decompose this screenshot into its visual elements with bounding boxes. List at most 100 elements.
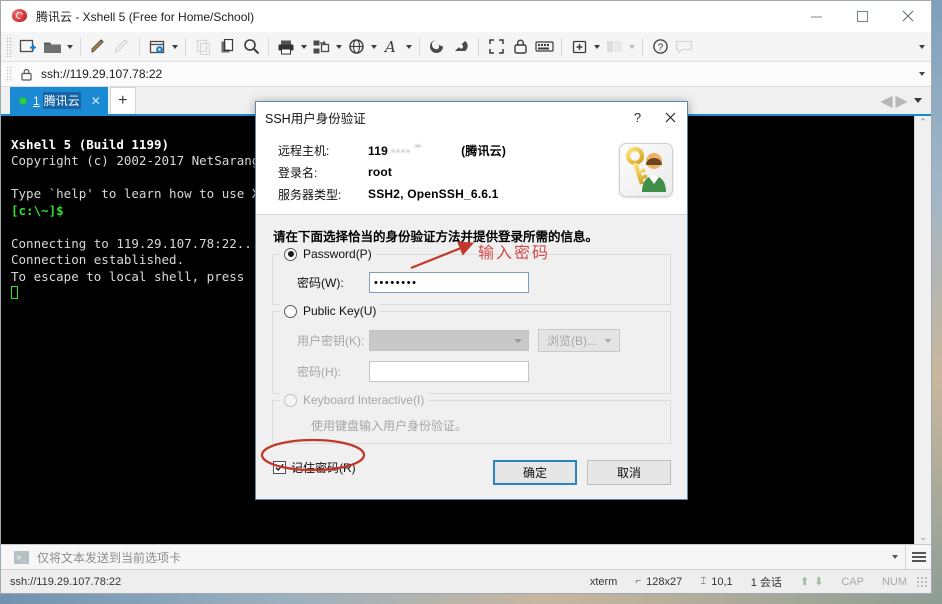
dialog-help-button[interactable]: ? xyxy=(621,103,654,131)
send-target-dropdown[interactable] xyxy=(885,555,905,559)
session-tab-1[interactable]: 1 腾讯云 ✕ xyxy=(10,87,108,114)
maximize-button[interactable] xyxy=(839,1,885,31)
session-properties-dropdown[interactable] xyxy=(169,35,180,59)
toolbar-cut[interactable] xyxy=(191,34,215,60)
tab-status-dot xyxy=(19,96,27,105)
toolbar-comment[interactable] xyxy=(672,34,696,60)
font-dropdown[interactable] xyxy=(403,35,414,59)
shell-b-icon xyxy=(449,35,473,59)
toolbar-xftp[interactable] xyxy=(425,34,449,60)
toolbar-fullscreen[interactable] xyxy=(484,34,508,60)
send-text-input[interactable]: 仅将文本发送到当前选项卡 xyxy=(37,549,885,566)
toolbar-lock-session[interactable] xyxy=(508,34,532,60)
browse-key-button[interactable]: 浏览(B)... xyxy=(538,329,620,352)
toolbar-find[interactable] xyxy=(239,34,263,60)
toolbar-edit-session[interactable] xyxy=(86,34,110,60)
toolbar-separator xyxy=(80,37,81,56)
print-dropdown[interactable] xyxy=(298,35,309,59)
toolbar-session-properties[interactable] xyxy=(145,34,180,60)
remember-password-checkbox[interactable] xyxy=(273,461,286,474)
toolbar-separator xyxy=(419,37,420,56)
address-dropdown-button[interactable] xyxy=(913,62,931,86)
remember-password-label: 记住密码(R) xyxy=(291,461,356,475)
password-field-label: 密码(W): xyxy=(297,276,344,290)
chevron-down-icon xyxy=(514,338,522,343)
dialog-close-button[interactable] xyxy=(654,103,687,131)
status-terminal-type: xterm xyxy=(589,575,618,588)
toolbar-paste[interactable] xyxy=(215,34,239,60)
tab-next-icon[interactable]: ▶ xyxy=(894,90,909,112)
status-size: ⌐ 128x27 xyxy=(626,573,691,591)
tab-navigation: ◀ ▶ xyxy=(879,87,931,114)
expand-icon xyxy=(484,35,508,59)
pencil-icon xyxy=(86,35,110,59)
shell-a-icon xyxy=(425,35,449,59)
info-label-username: 登录名: xyxy=(278,165,318,180)
toolbar-new-session[interactable] xyxy=(16,34,40,60)
keyboard-radio[interactable] xyxy=(284,393,297,407)
toolbar-separator xyxy=(642,37,643,56)
add-box-icon xyxy=(567,35,591,59)
transfer-dropdown[interactable] xyxy=(333,35,344,59)
toolbar-transfer-file[interactable] xyxy=(309,34,344,60)
tab-number: 1 xyxy=(33,93,40,108)
toolbar-layout[interactable] xyxy=(602,34,637,60)
toolbar-add-panel[interactable] xyxy=(567,34,602,60)
toolbar-font[interactable]: A xyxy=(379,34,414,60)
toolbar-open-session[interactable] xyxy=(40,34,75,60)
tab-list-dropdown[interactable] xyxy=(909,98,927,103)
address-bar[interactable]: ssh://119.29.107.78:22 xyxy=(1,62,931,87)
xshell-app-icon xyxy=(11,8,29,24)
minimize-button[interactable] xyxy=(793,1,839,31)
dialog-title-bar: SSH用户身份验证 ? xyxy=(256,102,687,132)
connection-info-panel: 远程主机: 119 ···· ‾ (腾讯云) 登录名: root 服务器类型: … xyxy=(256,132,687,215)
tab-prev-icon[interactable]: ◀ xyxy=(879,90,894,112)
title-bar: 腾讯云 - Xshell 5 (Free for Home/School) xyxy=(1,1,931,32)
scroll-down-icon[interactable]: ⌄ xyxy=(919,533,927,542)
search-icon xyxy=(239,35,263,59)
password-input[interactable]: •••••••• xyxy=(369,272,529,293)
status-caps: CAP xyxy=(841,575,864,588)
passphrase-input[interactable] xyxy=(369,361,529,382)
toolbar-drag-handle[interactable] xyxy=(6,36,13,57)
layout-dropdown[interactable] xyxy=(626,35,637,59)
cancel-button[interactable]: 取消 xyxy=(587,460,671,485)
terminal-scrollbar[interactable]: ⌃ ⌄ xyxy=(914,116,931,544)
dialog-instruction: 请在下面选择恰当的身份验证方法并提供登录所需的信息。 xyxy=(273,230,599,244)
address-bar-drag-handle[interactable] xyxy=(6,66,13,82)
toolbar-keyboard[interactable] xyxy=(532,34,556,60)
info-value-host: 119 ···· ‾ (腾讯云) xyxy=(368,142,506,159)
browse-key-label: 浏览(B)... xyxy=(547,334,597,348)
password-radio-row[interactable]: Password(P) xyxy=(280,247,376,261)
arrow-up-icon: ⬆ xyxy=(799,576,810,588)
toolbar-separator xyxy=(139,37,140,56)
add-panel-dropdown[interactable] xyxy=(591,35,602,59)
info-row-servertype: 服务器类型: SSH2, OpenSSH_6.6.1 xyxy=(278,183,619,205)
toolbar-print[interactable] xyxy=(274,34,309,60)
toolbar-globe[interactable] xyxy=(344,34,379,60)
toolbar-help[interactable]: ? xyxy=(648,34,672,60)
address-input[interactable]: ssh://119.29.107.78:22 xyxy=(41,67,913,81)
publickey-radio-row[interactable]: Public Key(U) xyxy=(280,304,381,318)
ssh-authentication-dialog: SSH用户身份验证 ? 远程主机: 119 ···· ‾ (腾讯云) 登录名: xyxy=(255,101,688,500)
info-value-servertype: SSH2, OpenSSH_6.6.1 xyxy=(368,187,499,201)
scroll-up-icon[interactable]: ⌃ xyxy=(919,118,927,127)
userkey-select[interactable] xyxy=(369,330,529,351)
toolbar-xshell-2[interactable] xyxy=(449,34,473,60)
status-transfer: ⬆ ⬇ xyxy=(791,573,832,591)
resize-grip[interactable] xyxy=(916,575,928,588)
userkey-field-label: 用户密钥(K): xyxy=(297,334,365,348)
publickey-radio[interactable] xyxy=(284,304,297,318)
close-button[interactable] xyxy=(885,1,931,31)
toolbar-disconnect[interactable] xyxy=(110,34,134,60)
open-session-dropdown[interactable] xyxy=(64,35,75,59)
password-radio[interactable] xyxy=(284,247,297,261)
new-tab-button[interactable]: + xyxy=(109,87,136,114)
keyboard-radio-row[interactable]: Keyboard Interactive(I) xyxy=(280,393,429,407)
new-session-icon xyxy=(16,35,40,59)
tab-close-icon[interactable]: ✕ xyxy=(91,94,101,108)
send-options-menu-icon[interactable] xyxy=(905,544,931,570)
globe-dropdown[interactable] xyxy=(368,35,379,59)
toolbar-overflow-button[interactable] xyxy=(916,32,927,62)
ok-button[interactable]: 确定 xyxy=(493,460,577,485)
